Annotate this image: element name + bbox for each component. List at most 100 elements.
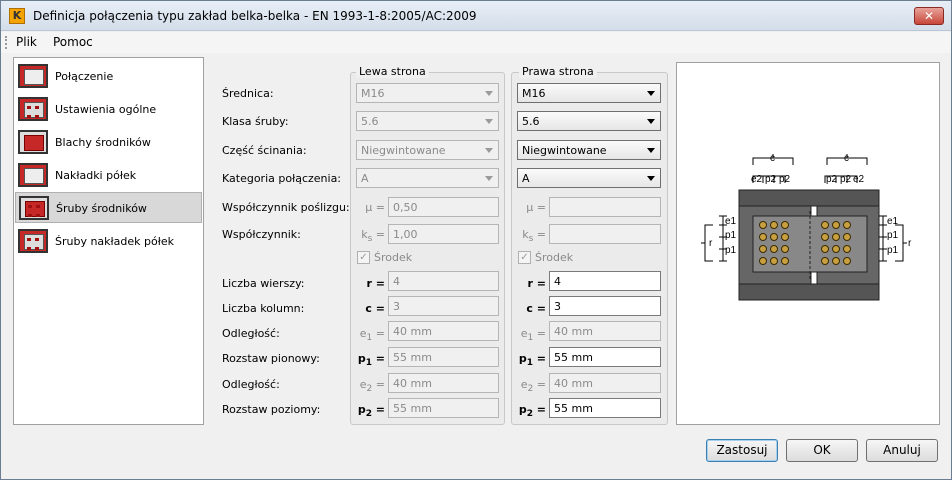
- slip-coefficient-label: Współczynnik poślizgu:: [222, 201, 350, 214]
- bolt: [770, 245, 778, 253]
- cancel-button[interactable]: Anuluj: [866, 439, 938, 462]
- left-mu-symbol: μ =: [365, 201, 385, 214]
- chevron-down-icon: [485, 176, 493, 181]
- chevron-down-icon: [647, 148, 655, 153]
- left-p1-input[interactable]: 55 mm: [388, 347, 499, 367]
- symbol-eq: =: [532, 403, 546, 416]
- right-e2-input[interactable]: 40 mm: [549, 373, 661, 393]
- left-p2-symbol: p2 =: [357, 403, 385, 419]
- symbol-eq: =: [372, 228, 385, 241]
- left-e2-input[interactable]: 40 mm: [388, 373, 499, 393]
- flange-bolts-icon: [18, 229, 48, 253]
- chevron-down-icon: [647, 91, 655, 96]
- bolt: [843, 257, 851, 265]
- diameter-label: Średnica:: [222, 87, 274, 100]
- left-rows-input[interactable]: 4: [388, 271, 499, 291]
- right-e1-input[interactable]: 40 mm: [549, 321, 661, 341]
- toolbar-grip-icon: [5, 36, 8, 49]
- left-category-select[interactable]: A: [356, 168, 499, 188]
- close-button[interactable]: ✕: [914, 7, 944, 25]
- dim-e2-left: e2: [751, 174, 763, 185]
- right-e2-symbol: e2 =: [518, 378, 546, 394]
- rows-label: Liczba wierszy:: [222, 277, 305, 290]
- symbol-eq: =: [533, 228, 546, 241]
- category-label: Kategoria połączenia:: [222, 172, 342, 185]
- menu-help[interactable]: Pomoc: [53, 35, 93, 49]
- chevron-down-icon: [485, 91, 493, 96]
- nav-item-web-bolts[interactable]: Śruby środników: [15, 192, 202, 223]
- right-rows-input[interactable]: 4: [549, 271, 661, 291]
- dialog-window: K Definicja połączenia typu zakład belka…: [0, 0, 952, 480]
- left-bolt-class-select[interactable]: 5.6: [356, 111, 499, 131]
- chevron-down-icon: [647, 119, 655, 124]
- left-shear-part-select[interactable]: Niegwintowane: [356, 140, 499, 160]
- right-ks-symbol: ks =: [518, 228, 546, 244]
- right-shear-part-value: Niegwintowane: [522, 144, 607, 157]
- dim-e1-left: e1: [725, 216, 737, 227]
- right-slip-coefficient-input[interactable]: [549, 197, 661, 217]
- bolt: [759, 221, 767, 229]
- left-diameter-value: M16: [361, 87, 385, 100]
- symbol-eq: =: [371, 403, 385, 416]
- nav-item-web-plates[interactable]: Blachy środników: [15, 127, 202, 158]
- left-e1-input[interactable]: 40 mm: [388, 321, 499, 341]
- dim-line: [879, 215, 887, 262]
- apply-button[interactable]: Zastosuj: [706, 439, 778, 462]
- symbol-e: e: [520, 327, 528, 340]
- dim-p1-left-2: p1: [725, 245, 737, 256]
- nav-item-flange-plates[interactable]: Nakładki półek: [15, 160, 202, 191]
- web-plates-icon: [18, 130, 48, 154]
- dim-e1-right: e1: [887, 216, 899, 227]
- edge-distance-1-label: Odległość:: [222, 327, 280, 340]
- left-e2-symbol: e2 =: [357, 378, 385, 394]
- splice-icon: [18, 64, 48, 88]
- dim-c-left: c: [770, 153, 775, 164]
- right-p2-input[interactable]: 55 mm: [549, 398, 661, 418]
- right-p1-input[interactable]: 55 mm: [549, 347, 661, 367]
- dim-p2-right-1: p2: [826, 174, 838, 185]
- left-p2-input[interactable]: 55 mm: [388, 398, 499, 418]
- symbol-eq: =: [533, 378, 546, 391]
- symbol-e: e: [359, 327, 367, 340]
- nav-item-general-settings[interactable]: Ustawienia ogólne: [15, 94, 202, 125]
- left-coefficient-input[interactable]: 1,00: [388, 224, 499, 244]
- chevron-down-icon: [485, 148, 493, 153]
- left-ks-symbol: ks =: [357, 228, 385, 244]
- left-shear-part-value: Niegwintowane: [361, 144, 446, 157]
- ok-button[interactable]: OK: [786, 439, 858, 462]
- bolt: [843, 233, 851, 241]
- left-e1-symbol: e1 =: [357, 327, 385, 343]
- symbol-e: e: [359, 378, 367, 391]
- bolt: [821, 257, 829, 265]
- right-bolt-class-select[interactable]: 5.6: [517, 111, 661, 131]
- right-columns-input[interactable]: 3: [549, 296, 661, 316]
- right-shear-part-select[interactable]: Niegwintowane: [517, 140, 661, 160]
- nav-item-connection[interactable]: Połączenie: [15, 61, 202, 92]
- menu-file[interactable]: Plik: [16, 35, 37, 49]
- bolt: [832, 257, 840, 265]
- right-category-select[interactable]: A: [517, 168, 661, 188]
- title-bar: K Definicja połączenia typu zakład belka…: [1, 1, 951, 31]
- bolt: [781, 221, 789, 229]
- symbol-eq: =: [532, 352, 546, 365]
- dim-p2-left-2: p2: [779, 174, 791, 185]
- right-diameter-select[interactable]: M16: [517, 83, 661, 103]
- nav-item-label: Nakładki półek: [55, 169, 137, 182]
- left-columns-input[interactable]: 3: [388, 296, 499, 316]
- right-center-checkbox[interactable]: ✓: [518, 251, 531, 264]
- bolt: [759, 245, 767, 253]
- bolt-layout-preview: c c e2 p2 p2 p2 p2 e2 e1 p1 p1 r e1 p1 p…: [676, 62, 940, 425]
- left-diameter-select[interactable]: M16: [356, 83, 499, 103]
- bolt-layout-drawing: c c e2 p2 p2 p2 p2 e2 e1 p1 p1 r e1 p1 p…: [701, 153, 912, 301]
- bolt: [781, 233, 789, 241]
- symbol-eq: =: [372, 378, 385, 391]
- nav-item-flange-bolts[interactable]: Śruby nakładek półek: [15, 226, 202, 257]
- left-bolt-class-value: 5.6: [361, 115, 379, 128]
- bolt: [821, 221, 829, 229]
- left-center-checkbox[interactable]: ✓: [357, 251, 370, 264]
- symbol-eq: =: [371, 352, 385, 365]
- bolt: [759, 233, 767, 241]
- left-slip-coefficient-input[interactable]: 0,50: [388, 197, 499, 217]
- flange-plates-icon: [18, 163, 48, 187]
- right-coefficient-input[interactable]: [549, 224, 661, 244]
